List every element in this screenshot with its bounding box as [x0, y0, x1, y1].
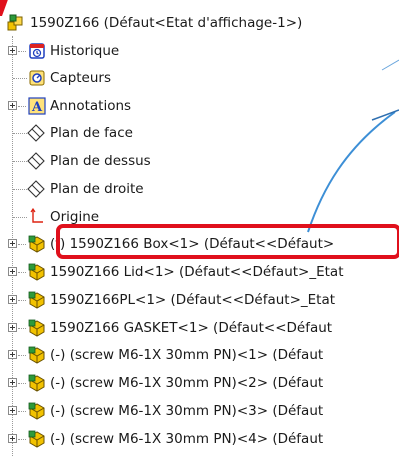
- plane-icon: [27, 124, 45, 142]
- tree-item-gasket[interactable]: 1590Z166 GASKET<1> (Défaut<<Défaut: [0, 316, 399, 340]
- expand-icon[interactable]: [8, 46, 17, 55]
- origin-icon: [30, 208, 43, 223]
- tree-branch-line: [18, 383, 26, 384]
- tree-item-plan-de-dessus[interactable]: Plan de dessus: [0, 149, 399, 173]
- part-icon: [28, 263, 45, 281]
- svg-text:A: A: [31, 100, 43, 115]
- tree-item-plan-de-face[interactable]: Plan de face: [0, 121, 399, 145]
- tree-branch-line: [13, 161, 27, 162]
- tree-branch-line: [18, 328, 26, 329]
- tree-branch-line: [18, 272, 26, 273]
- plane-icon: [27, 152, 45, 170]
- sensor-icon: [29, 70, 45, 86]
- expand-icon[interactable]: [8, 434, 17, 443]
- tree-item-capteurs[interactable]: Capteurs: [0, 66, 399, 90]
- part-icon: [28, 402, 45, 420]
- expand-icon[interactable]: [8, 239, 17, 248]
- tree-item-label: 1590Z166 Lid<1> (Défaut<<Défaut>_Etat: [50, 264, 344, 280]
- tree-branch-line: [13, 78, 27, 79]
- part-icon: [28, 374, 45, 392]
- tree-item-label: (-) (screw M6-1X 30mm PN)<4> (Défaut: [50, 431, 324, 447]
- tree-item-label: 1590Z166 GASKET<1> (Défaut<<Défaut: [50, 320, 333, 336]
- tree-item-label: Annotations: [50, 98, 132, 114]
- tree-item-annotations[interactable]: A Annotations: [0, 94, 399, 118]
- tree-branch-line: [18, 244, 26, 245]
- part-icon: [28, 319, 45, 337]
- expand-icon[interactable]: [8, 323, 17, 332]
- tree-branch-line: [18, 106, 26, 107]
- tree-item-label: Plan de face: [50, 125, 133, 141]
- plane-icon: [27, 180, 45, 198]
- tree-item-label: 1590Z166PL<1> (Défaut<<Défaut>_Etat: [50, 292, 336, 308]
- tree-branch-line: [18, 51, 26, 52]
- tree-item-historique[interactable]: Historique: [0, 39, 399, 63]
- expand-icon[interactable]: [8, 406, 17, 415]
- expand-icon[interactable]: [8, 267, 17, 276]
- tree-branch-line: [18, 300, 26, 301]
- tree-item-screw-4[interactable]: (-) (screw M6-1X 30mm PN)<4> (Défaut: [0, 427, 399, 451]
- tree-item-plan-de-droite[interactable]: Plan de droite: [0, 177, 399, 201]
- tree-branch-line: [13, 133, 27, 134]
- tree-item-label: Capteurs: [50, 70, 112, 86]
- assembly-icon: [7, 14, 23, 31]
- part-icon: [28, 430, 45, 448]
- expand-icon[interactable]: [8, 350, 17, 359]
- tree-item-label: Plan de droite: [50, 181, 144, 197]
- tree-branch-line: [18, 411, 26, 412]
- tree-branch-line: [13, 217, 27, 218]
- tree-item-label: (-) (screw M6-1X 30mm PN)<3> (Défaut: [50, 403, 324, 419]
- part-icon: [28, 235, 45, 253]
- tree-item-screw-1[interactable]: (-) (screw M6-1X 30mm PN)<1> (Défaut: [0, 343, 399, 367]
- tree-item-label: Plan de dessus: [50, 153, 151, 169]
- tree-branch-line: [13, 189, 27, 190]
- selection-highlight-box: [56, 224, 399, 259]
- tree-item-screw-3[interactable]: (-) (screw M6-1X 30mm PN)<3> (Défaut: [0, 399, 399, 423]
- tree-item-label: Historique: [50, 43, 120, 59]
- tree-item-screw-2[interactable]: (-) (screw M6-1X 30mm PN)<2> (Défaut: [0, 371, 399, 395]
- expand-icon[interactable]: [8, 378, 17, 387]
- part-icon: [28, 346, 45, 364]
- tree-item-label: (-) (screw M6-1X 30mm PN)<2> (Défaut: [50, 375, 324, 391]
- history-icon: [29, 43, 45, 59]
- part-icon: [28, 291, 45, 309]
- tree-item-pl[interactable]: 1590Z166PL<1> (Défaut<<Défaut>_Etat: [0, 288, 399, 312]
- tree-branch-line: [18, 439, 26, 440]
- tree-item-label: (-) (screw M6-1X 30mm PN)<1> (Défaut: [50, 347, 324, 363]
- tree-root[interactable]: 1590Z166 (Défaut<Etat d'affichage-1>): [0, 11, 399, 35]
- expand-icon[interactable]: [8, 101, 17, 110]
- tree-item-lid[interactable]: 1590Z166 Lid<1> (Défaut<<Défaut>_Etat: [0, 260, 399, 284]
- annotation-icon: A: [28, 97, 46, 115]
- tree-root-label: 1590Z166 (Défaut<Etat d'affichage-1>): [30, 15, 303, 31]
- tree-branch-line: [18, 355, 26, 356]
- expand-icon[interactable]: [8, 295, 17, 304]
